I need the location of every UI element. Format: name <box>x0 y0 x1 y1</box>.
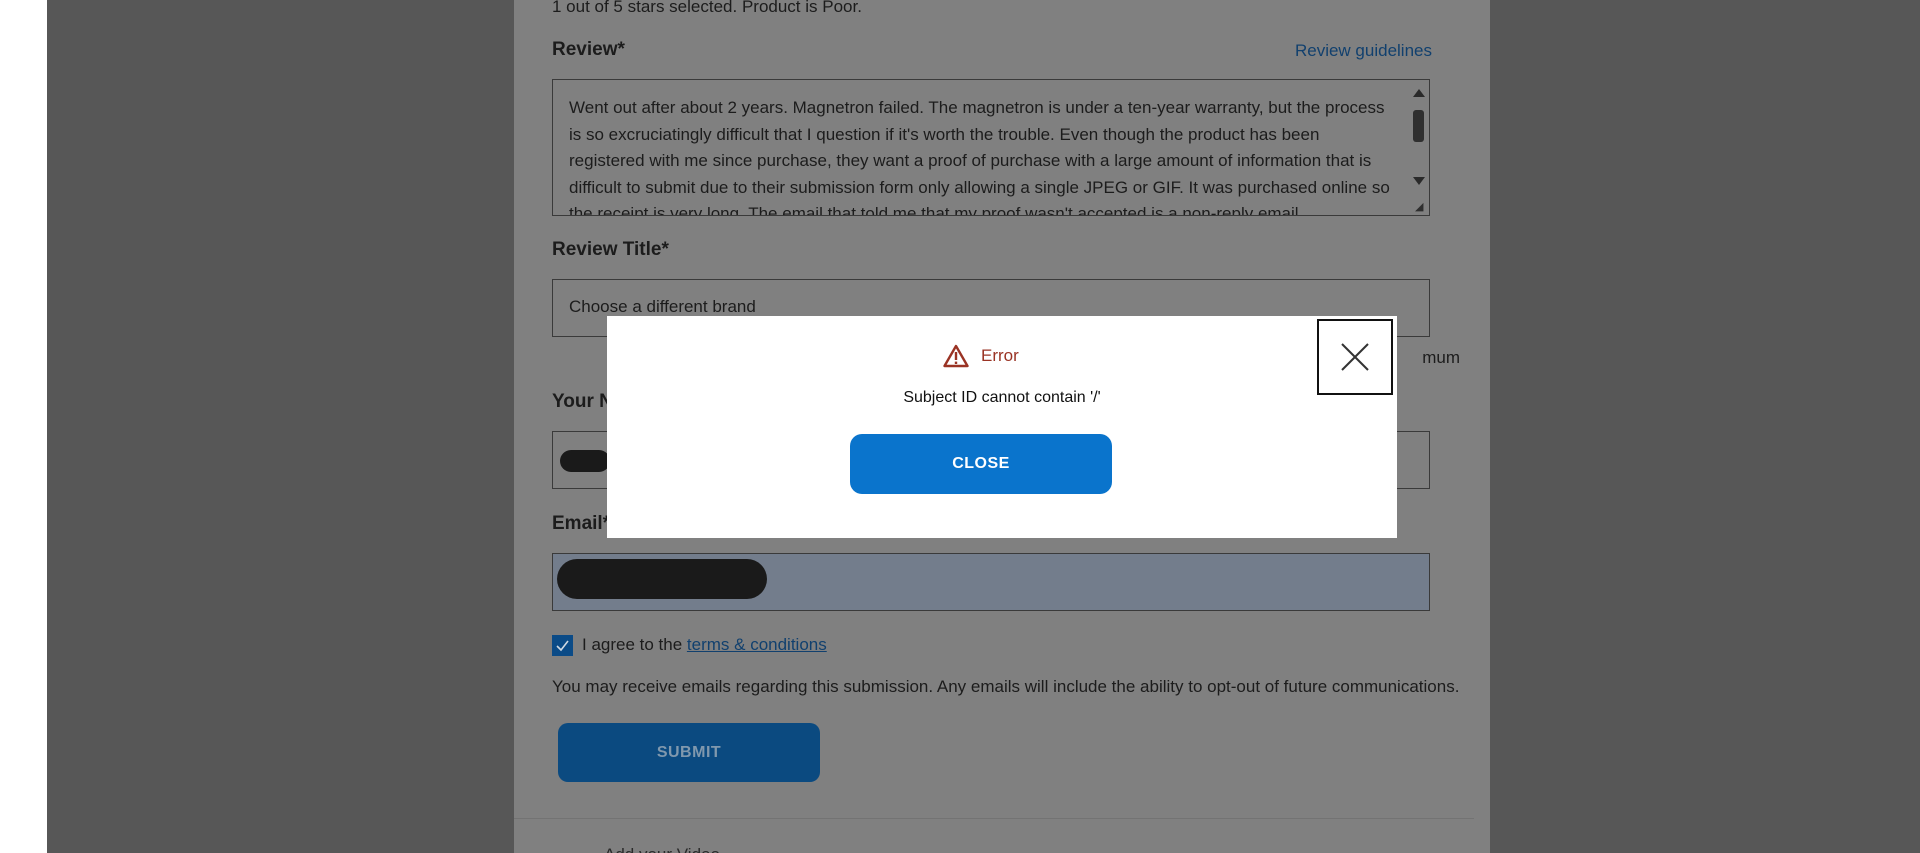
close-button[interactable]: CLOSE <box>850 434 1112 494</box>
agree-prefix: I agree to the <box>582 635 687 654</box>
redaction-mark <box>560 450 610 472</box>
checkmark-icon <box>556 640 569 652</box>
left-gutter <box>0 0 47 853</box>
redaction-mark <box>557 559 767 599</box>
terms-checkbox[interactable] <box>552 635 573 656</box>
section-divider <box>514 818 1474 819</box>
rating-status-text: 1 out of 5 stars selected. Product is Po… <box>552 0 862 16</box>
error-message: Subject ID cannot contain '/' <box>903 389 1101 406</box>
warning-triangle-icon <box>943 344 969 368</box>
emails-notice: You may receive emails regarding this su… <box>552 677 1460 696</box>
review-title-value: Choose a different brand <box>569 297 756 316</box>
error-header: Error <box>943 344 1019 368</box>
terms-agree-text: I agree to the terms & conditions <box>582 635 827 655</box>
title-counter-text: mum <box>1422 348 1460 367</box>
email-label: Email* <box>552 513 611 534</box>
terms-link[interactable]: terms & conditions <box>687 635 827 654</box>
email-input[interactable] <box>552 553 1430 611</box>
review-guidelines-link[interactable]: Review guidelines <box>1295 41 1432 61</box>
error-modal: Error Subject ID cannot contain '/' CLOS… <box>607 316 1397 538</box>
review-textarea[interactable]: Went out after about 2 years. Magnetron … <box>552 79 1430 216</box>
scroll-thumb[interactable] <box>1413 110 1424 142</box>
submit-button[interactable]: SUBMIT <box>558 723 820 782</box>
review-text: Went out after about 2 years. Magnetron … <box>569 98 1390 216</box>
add-video-text: Add your Video <box>604 845 720 853</box>
resize-handle-icon[interactable]: ◢ <box>1415 201 1427 213</box>
scroll-down-arrow-icon[interactable] <box>1413 177 1425 185</box>
review-textarea-scrollbar[interactable] <box>1409 80 1429 215</box>
review-title-label: Review Title* <box>552 239 669 260</box>
name-label: Your N <box>552 391 613 412</box>
scroll-up-arrow-icon[interactable] <box>1413 89 1425 97</box>
review-label: Review* <box>552 39 625 60</box>
close-x-icon <box>1341 343 1369 371</box>
error-title: Error <box>981 346 1019 365</box>
close-x-button[interactable] <box>1317 319 1393 395</box>
